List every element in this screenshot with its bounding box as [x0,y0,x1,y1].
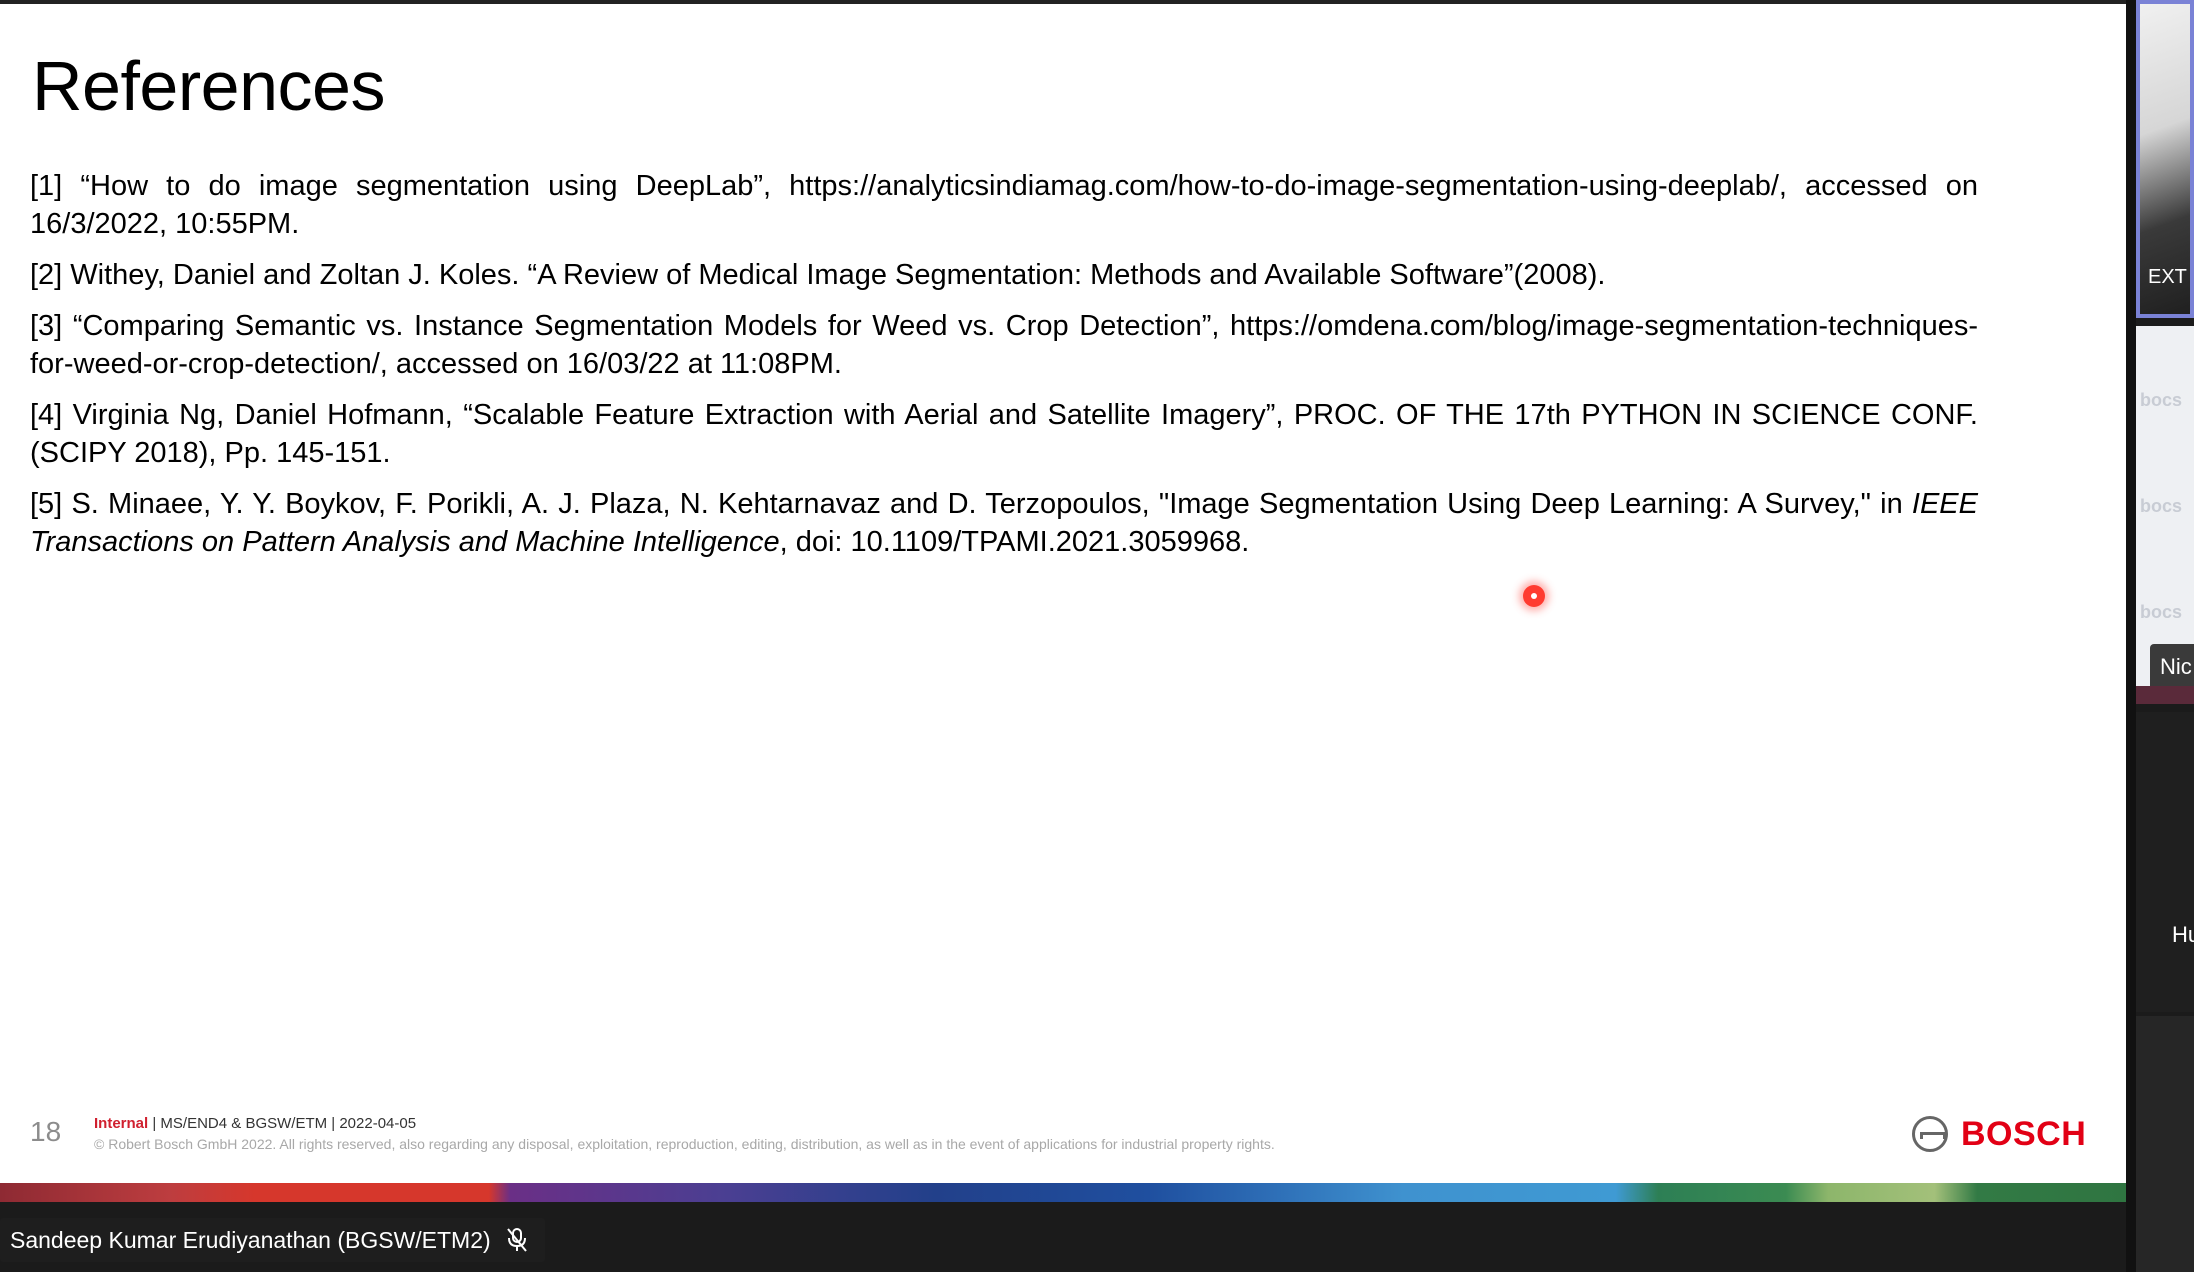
laser-pointer [1523,585,1545,607]
bosch-logo: BOSCH [1912,1112,2086,1156]
page-number: 18 [30,1116,62,1147]
bosch-wordmark: BOSCH [1961,1114,2087,1153]
classification-label: Internal [94,1115,149,1132]
participant-tile-4[interactable] [2136,1016,2194,1272]
panel-divider [2126,0,2136,1272]
watermark-decoration: bocs [2140,390,2183,410]
slide-footer: 18 Internal | MS/END4 & BGSW/ETM | 2022-… [0,1104,2126,1164]
presenter-name: Sandeep Kumar Erudiyanathan (BGSW/ETM2) [10,1226,491,1253]
mic-off-icon [505,1227,529,1253]
reference-4: [4] Virginia Ng, Daniel Hofmann, “Scalab… [30,399,1978,469]
bosch-armature-icon [1912,1116,1948,1152]
participant-tile-1[interactable]: EXT [2136,0,2194,318]
participant-tile-2[interactable]: bocs bocs bocs Nic [2136,326,2194,704]
reference-5: [5] S. Minaee, Y. Y. Boykov, F. Porikli,… [30,485,1978,561]
references-list: [1] “How to do image segmentation using … [30,167,1978,574]
participant-photo-2 [2136,686,2194,704]
participant-label-1: EXT [2148,266,2187,288]
reference-5-doi: , doi: 10.1109/TPAMI.2021.3059968. [779,526,1250,558]
slide-title: References [32,47,385,125]
participant-label-2: Nic [2150,644,2194,690]
shared-slide: References [1] “How to do image segmenta… [0,4,2126,1187]
reference-1: [1] “How to do image segmentation using … [30,170,1978,240]
presenter-name-tag: Sandeep Kumar Erudiyanathan (BGSW/ETM2) [0,1218,545,1262]
footer-meta-text: | MS/END4 & BGSW/ETM | 2022-04-05 [148,1115,417,1132]
participant-label-3: Hu [2172,922,2194,947]
reference-3: [3] “Comparing Semantic vs. Instance Seg… [30,310,1978,380]
watermark-decoration: bocs [2140,496,2183,516]
brand-color-bar [0,1183,2126,1202]
reference-5-text: [5] S. Minaee, Y. Y. Boykov, F. Porikli,… [30,488,1912,520]
participant-tile-3[interactable]: Hu [2136,712,2194,1012]
footer-meta: Internal | MS/END4 & BGSW/ETM | 2022-04-… [94,1115,416,1132]
watermark-decoration: bocs [2140,602,2183,622]
reference-2: [2] Withey, Daniel and Zoltan J. Koles. … [30,259,1606,291]
copyright-text: © Robert Bosch GmbH 2022. All rights res… [94,1136,1275,1152]
